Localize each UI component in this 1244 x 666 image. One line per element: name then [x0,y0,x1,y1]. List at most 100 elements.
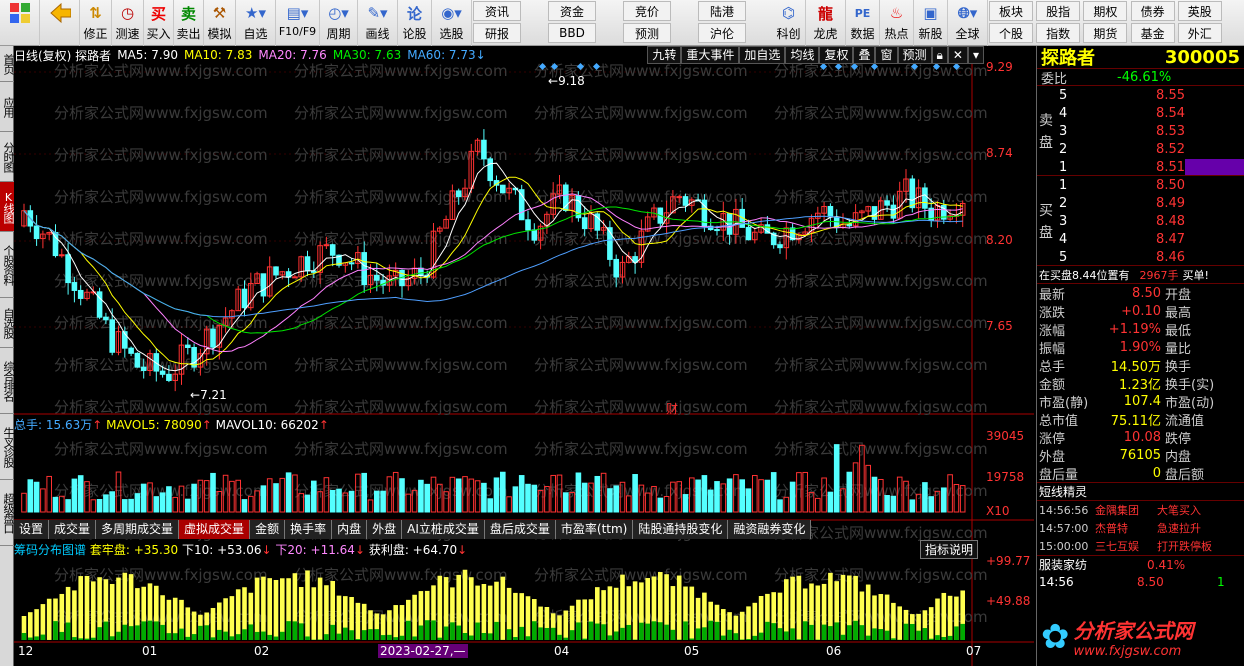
sell-row[interactable]: 2 8.52 [1059,140,1244,158]
single-stock-button[interactable]: 个股 [989,23,1033,43]
dropdown-icon[interactable]: ▾ [967,46,984,64]
period-button[interactable]: ◴▾ 周期 [320,0,358,46]
fund-button[interactable]: 资金 [548,1,596,21]
buy-row[interactable]: 1 8.50 [1059,176,1244,194]
hot-button[interactable]: ♨ 热点 [880,0,914,46]
candle-body [140,366,147,371]
funds-button[interactable]: 基金 [1130,23,1175,43]
nav-tab-home[interactable]: 首页 [0,46,15,82]
add-watch-button[interactable]: 加自选 [739,46,786,64]
sci-button[interactable]: ⌬ 科创 [772,0,806,46]
overlay-button[interactable]: 叠 [853,46,876,64]
chip-bar [897,606,902,640]
nav-tab-diagnosis[interactable]: 牛叉诊股 [0,414,15,480]
indicator-help-button[interactable]: 指标说明 [920,540,979,559]
nav-tab-apps[interactable]: 应用 [0,82,15,132]
tab-pe-ttm[interactable]: 市盈率(ttm) [555,520,634,539]
news-item[interactable]: 14:57:00 杰普特 急速拉升 [1037,519,1244,537]
uk-stocks-button[interactable]: 英股 [1177,1,1222,21]
forex-button[interactable]: 外汇 [1177,23,1222,43]
nine-turn-button[interactable]: 九转 [647,46,682,64]
watermark-text: 分析家公式网www.fxjgsw.com [54,230,268,248]
buy-row[interactable]: 3 8.48 [1059,212,1244,230]
sell-row[interactable]: 1 8.51 [1059,158,1244,176]
x-axis-feb: 02 [254,644,270,658]
nav-tab-ranking[interactable]: 综合排名 [0,348,15,414]
news-item[interactable]: 15:00:00 三七互娱 打开跌停板 [1037,537,1244,555]
shanghai-london-button[interactable]: 沪伦 [698,23,746,43]
watermark-text: 分析家公式网www.fxjgsw.com [294,356,508,374]
f10-button[interactable]: ▤▾ F10/F9 [276,0,320,46]
window-button[interactable]: 窗 [875,46,898,64]
ipo-button[interactable]: ▣ 新股 [914,0,948,46]
nav-tab-profile[interactable]: 个股资料 [0,232,15,298]
kline-canvas[interactable]: 分析家公式网www.fxjgsw.com 分析家公式网www.fxjgsw.com… [14,46,1034,666]
bbd-button[interactable]: BBD [548,23,596,43]
tab-multi-period-volume[interactable]: 多周期成交量 [96,520,180,539]
nav-tab-timeshare[interactable]: 分时图 [0,132,15,182]
simulate-button[interactable]: ⚒ 模拟 [204,0,236,46]
test-button[interactable]: ◷ 测速 [112,0,144,46]
buy-button[interactable]: 买买入 [144,0,174,46]
news-item[interactable]: 14:56:56 金隅集团 大笔买入 [1037,501,1244,519]
sector-pct: 0.41% [1147,557,1186,572]
sell-row[interactable]: 4 8.54 [1059,104,1244,122]
buy-row[interactable]: 5 8.46 [1059,248,1244,266]
major-events-button[interactable]: 重大事件 [681,46,740,64]
bonds-button[interactable]: 债券 [1130,1,1175,21]
buy-row[interactable]: 2 8.49 [1059,194,1244,212]
finance-badge[interactable]: 财 [666,400,678,417]
adjust-price-button[interactable]: 复权 [819,46,854,64]
dragon-button[interactable]: 龍龙虎 [806,0,846,46]
nav-tab-kline[interactable]: K线图 [0,182,15,232]
candle-body [159,370,166,375]
tab-amount[interactable]: 金额 [250,520,286,539]
sell-price: 8.53 [1156,123,1185,139]
tab-ai-volume[interactable]: AI立桩成交量 [402,520,485,539]
forecast-button[interactable]: 预测 [623,23,671,43]
lock-icon[interactable]: 🔒︎ [931,46,948,64]
close-icon[interactable]: ✕ [947,46,968,64]
tab-volume[interactable]: 成交量 [49,520,97,539]
notice-text: 在买盘8.44位置有 [1039,268,1130,282]
draw-button[interactable]: ✎▾ 画线 [358,0,398,46]
kline-chart-area[interactable]: 分析家公式网www.fxjgsw.com 分析家公式网www.fxjgsw.com… [14,46,1034,666]
chip-bar-green [784,631,789,640]
sell-row[interactable]: 3 8.53 [1059,122,1244,140]
sell-button[interactable]: 卖卖出 [174,0,204,46]
sell-row[interactable]: 5 8.55 [1059,86,1244,104]
tab-inner[interactable]: 内盘 [332,520,368,539]
global-button[interactable]: 🌐︎▾ 全球 [948,0,988,46]
pick-button[interactable]: ◉▾ 选股 [432,0,472,46]
tab-settings[interactable]: 设置 [14,520,50,539]
stock-talk-button[interactable]: 论论股 [398,0,432,46]
watermark-text: 分析家公式网www.fxjgsw.com [54,104,268,122]
ma-line-button[interactable]: 均线 [785,46,820,64]
self-select-button[interactable]: ★▾ 自选 [236,0,276,46]
futures-button[interactable]: 期货 [1083,23,1128,43]
report-button[interactable]: 研报 [473,23,521,43]
auction-button[interactable]: 竞价 [623,1,671,21]
tab-after-hours-volume[interactable]: 盘后成交量 [484,520,556,539]
home-button[interactable] [0,0,40,46]
sector-row[interactable]: 服装家纺 0.41% [1037,555,1244,573]
tab-outer[interactable]: 外盘 [367,520,403,539]
data-button[interactable]: PE 数据 [846,0,880,46]
chip-bar [273,579,279,640]
tab-turnover[interactable]: 换手率 [285,520,333,539]
tab-hk-holdings[interactable]: 陆股通持股变化 [633,520,729,539]
tab-margin[interactable]: 融资融券变化 [728,520,812,539]
tab-virtual-volume[interactable]: 虚拟成交量 [179,520,251,539]
back-button[interactable] [40,0,80,46]
index-futures-button[interactable]: 股指 [1036,1,1081,21]
buy-row[interactable]: 4 8.47 [1059,230,1244,248]
options-button[interactable]: 期权 [1083,1,1128,21]
nav-tab-watchlist[interactable]: 自选股 [0,298,15,348]
adjust-button[interactable]: ⇅ 修正 [80,0,112,46]
sector-button[interactable]: 板块 [989,1,1033,21]
index-button[interactable]: 指数 [1036,23,1081,43]
predict-button[interactable]: 预测 [897,46,932,64]
nav-tab-super-handicap[interactable]: 超级盘口 [0,480,15,546]
hk-connect-button[interactable]: 陆港 [698,1,746,21]
news-button[interactable]: 资讯 [473,1,521,21]
